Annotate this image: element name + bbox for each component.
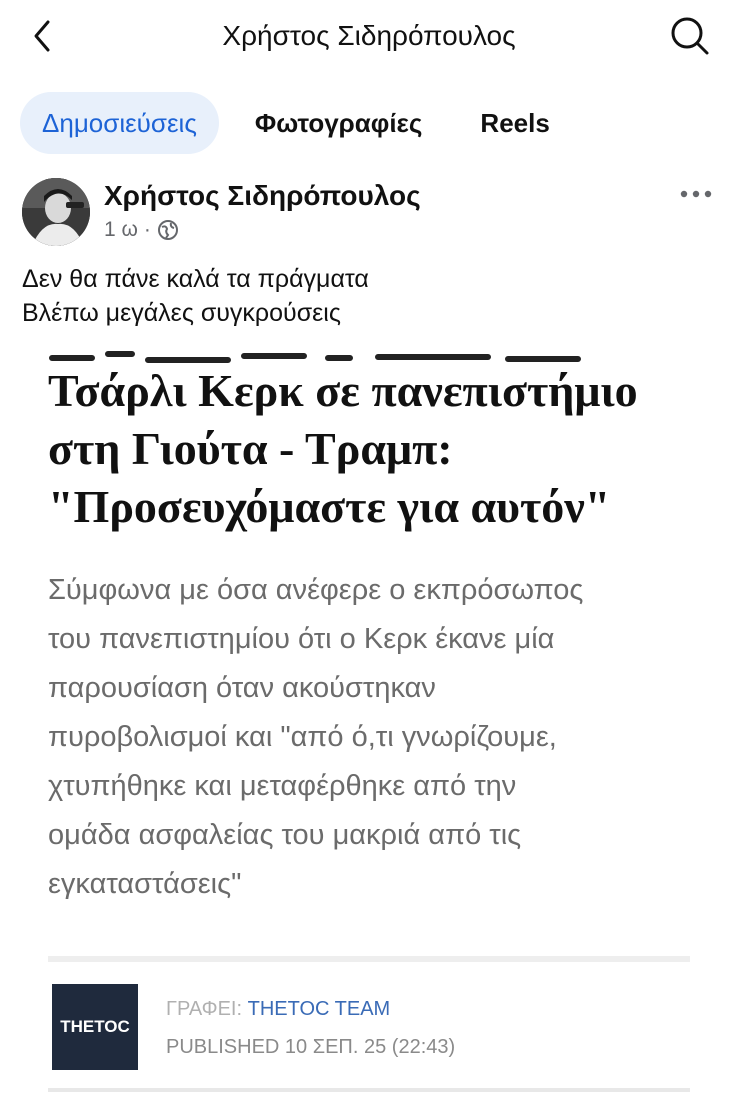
post-text-line: Δεν θα πάνε καλά τα πράγματα <box>22 265 369 293</box>
page-title: Χρήστος Σιδηρόπουλος <box>222 20 516 51</box>
lede-line: χτυπήθηκε και μεταφέρθηκε από την <box>48 770 517 802</box>
publisher-logo: THETOC <box>52 984 138 1070</box>
post-text: Δεν θα πάνε καλά τα πράγματα Βλέπω μεγάλ… <box>22 262 369 330</box>
lede-line: πυροβολισμοί και "από ό,τι γνωρίζουμε, <box>48 721 557 753</box>
lede-line: Σύμφωνα με όσα ανέφερε ο εκπρόσωπος <box>48 574 584 606</box>
post-author[interactable]: Χρήστος Σιδηρόπουλος <box>104 180 421 212</box>
lede-line: ομάδα ασφαλείας του μακριά από τις <box>48 819 522 851</box>
post-time[interactable]: 1 ω <box>104 218 138 242</box>
byline-prefix: ΓΡΑΦΕΙ: <box>166 998 243 1020</box>
tab-photos[interactable]: Φωτογραφίες <box>233 92 445 154</box>
lede-line: παρουσίαση όταν ακούστηκαν <box>48 672 436 704</box>
search-icon[interactable] <box>668 14 712 58</box>
publisher-logo-text: THETOC <box>60 1017 130 1036</box>
divider <box>48 1088 690 1092</box>
more-horizontal-icon[interactable] <box>678 186 714 202</box>
byline: ΓΡΑΦΕΙ: THETOC TEAM <box>166 998 390 1021</box>
article-headline: Τσάρλι Κερκ σε πανεπιστήμιο στη Γιούτα -… <box>48 362 728 536</box>
lede-line: του πανεπιστημίου ότι ο Κερκ έκανε μία <box>48 623 555 655</box>
article-lede: Σύμφωνα με όσα ανέφερε ο εκπρόσωπος του … <box>48 566 708 909</box>
avatar-image <box>22 178 90 246</box>
headline-line: Τσάρλι Κερκ σε πανεπιστήμιο <box>48 365 638 416</box>
published-date: PUBLISHED 10 ΣΕΠ. 25 (22:43) <box>166 1036 456 1058</box>
lede-line: εγκαταστάσεις" <box>48 868 242 900</box>
meta-separator: · <box>143 218 151 241</box>
post-text-line: Βλέπω μεγάλες συγκρούσεις <box>22 299 341 327</box>
divider <box>48 956 690 962</box>
byline-author: THETOC TEAM <box>247 998 391 1020</box>
headline-line: "Προσευχόμαστε για αυτόν" <box>48 481 611 532</box>
headline-line: στη Γιούτα - Τραμπ: <box>48 423 453 474</box>
post-meta: 1 ω · <box>104 218 179 242</box>
profile-tabs: Δημοσιεύσεις Φωτογραφίες Reels <box>20 92 572 154</box>
tab-reels[interactable]: Reels <box>458 92 571 154</box>
top-bar: Χρήστος Σιδηρόπουλος <box>0 0 738 72</box>
globe-icon <box>157 220 178 240</box>
shared-article-image[interactable]: Τσάρλι Κερκ σε πανεπιστήμιο στη Γιούτα -… <box>0 342 738 1103</box>
tab-posts[interactable]: Δημοσιεύσεις <box>20 92 219 154</box>
avatar[interactable] <box>22 178 90 246</box>
